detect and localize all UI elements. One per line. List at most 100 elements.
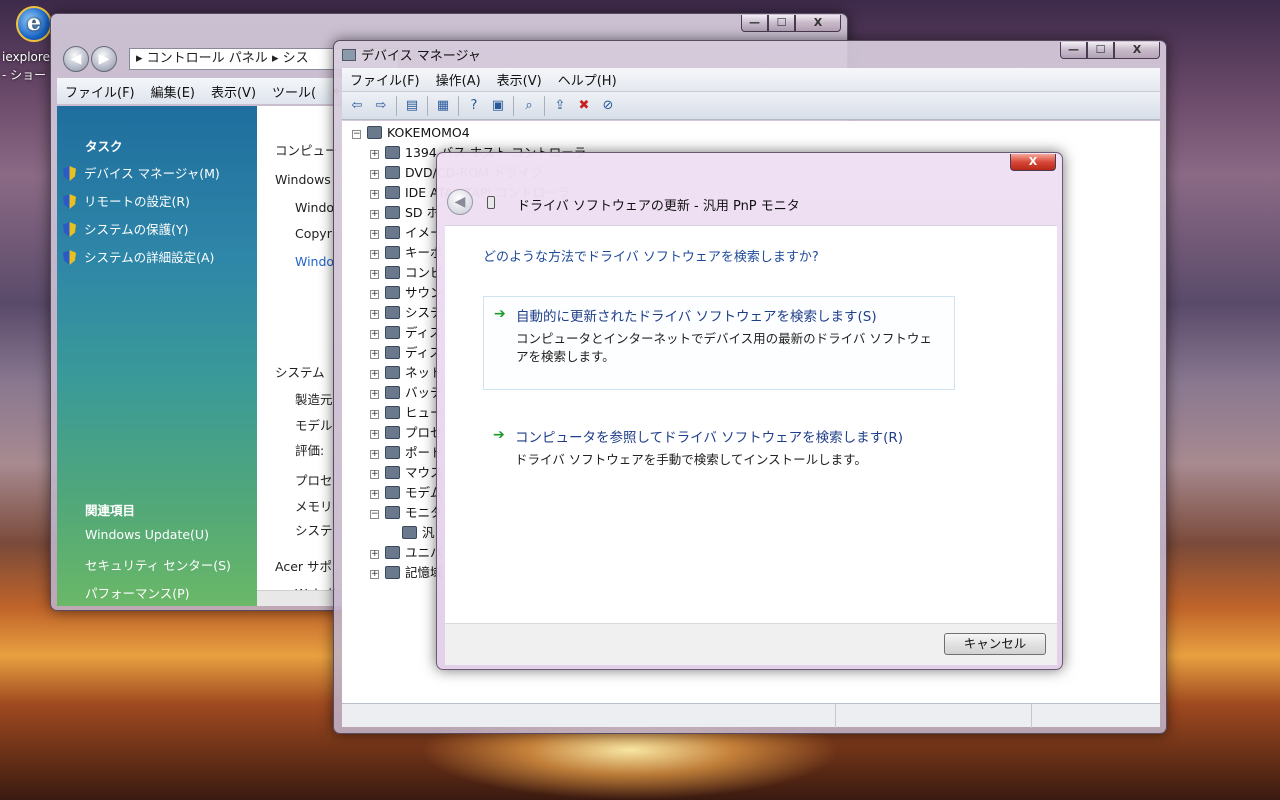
tree-node[interactable]: + サウン [370, 283, 443, 303]
menu-file[interactable]: ファイル(F) [57, 82, 143, 101]
related-link-performance[interactable]: パフォーマンス(P) [85, 583, 190, 602]
cancel-button[interactable]: キャンセル [944, 633, 1046, 655]
task-link-advanced-settings[interactable]: システムの詳細設定(A) [63, 247, 214, 266]
menu-help[interactable]: ヘルプ(H) [550, 70, 625, 89]
back-arrow-icon[interactable]: ◀ [63, 46, 89, 72]
tasks-heading: タスク [85, 139, 123, 154]
browse-computer-option[interactable]: ➔ コンピュータを参照してドライバ ソフトウェアを検索します(R) ドライバ ソ… [483, 418, 955, 477]
tree-node[interactable]: + 記憶域 [370, 563, 443, 583]
tree-node[interactable]: + キーボ [370, 243, 443, 263]
device-icon [487, 196, 495, 209]
toolbar-separator [513, 95, 514, 116]
minimize-button[interactable]: — [741, 15, 768, 32]
close-button[interactable]: X [795, 15, 841, 32]
internet-explorer-icon: e [16, 6, 52, 42]
back-arrow-icon[interactable]: ◀ [447, 189, 473, 215]
maximize-button[interactable]: ☐ [1087, 42, 1114, 59]
task-link-device-manager[interactable]: デバイス マネージャ(M) [63, 163, 220, 182]
device-icon [385, 346, 400, 359]
tree-node-monitor[interactable]: − モニタ [370, 503, 443, 523]
wizard-body: どのような方法でドライバ ソフトウェアを検索しますか? ➔ 自動的に更新されたド… [445, 225, 1057, 623]
search-automatically-option[interactable]: ➔ 自動的に更新されたドライバ ソフトウェアを検索します(S) コンピュータとイ… [483, 296, 955, 390]
back-icon[interactable]: ⇦ [348, 97, 366, 115]
expand-icon[interactable]: + [370, 310, 379, 319]
expand-icon[interactable]: + [370, 290, 379, 299]
expand-icon[interactable]: + [370, 490, 379, 499]
menu-view[interactable]: 表示(V) [489, 70, 550, 89]
tree-node[interactable]: + ヒュー [370, 403, 443, 423]
address-item[interactable]: シス [283, 51, 309, 66]
tree-node[interactable]: + ポート [370, 443, 443, 463]
device-icon [385, 266, 400, 279]
expand-icon[interactable]: + [370, 330, 379, 339]
collapse-icon[interactable]: − [352, 130, 361, 139]
help-icon[interactable]: ? [465, 97, 483, 115]
menu-view[interactable]: 表示(V) [203, 82, 264, 101]
task-link-system-protection[interactable]: システムの保護(Y) [63, 219, 189, 238]
tree-node[interactable]: + プロセ [370, 423, 443, 443]
properties-icon[interactable]: ▦ [434, 97, 452, 115]
expand-icon[interactable]: + [370, 250, 379, 259]
tree-node[interactable]: + ネット [370, 363, 443, 383]
expand-icon[interactable]: + [370, 450, 379, 459]
uninstall-icon[interactable]: ✖ [575, 97, 593, 115]
tree-node[interactable]: + イメー [370, 223, 443, 243]
menu-file[interactable]: ファイル(F) [342, 70, 428, 89]
close-button[interactable]: X [1010, 154, 1056, 171]
expand-icon[interactable]: + [370, 430, 379, 439]
tree-root[interactable]: − KOKEMOMO4 [352, 123, 470, 143]
system-menu-bar: ファイル(F) 編集(E) 表示(V) ツール( » [57, 78, 347, 104]
update-driver-icon[interactable]: ⇪ [551, 97, 569, 115]
uac-shield-icon [63, 222, 76, 237]
tree-node[interactable]: + ディス [370, 323, 442, 343]
device-icon [385, 406, 400, 419]
forward-arrow-icon[interactable]: ▶ [91, 46, 117, 72]
menu-action[interactable]: 操作(A) [428, 70, 489, 89]
expand-icon[interactable]: + [370, 170, 379, 179]
expand-icon[interactable]: + [370, 150, 379, 159]
view-icon[interactable]: ▣ [489, 97, 507, 115]
tree-node[interactable]: + SD ホ [370, 203, 439, 223]
disable-device-icon[interactable]: ⊘ [599, 97, 617, 115]
expand-icon[interactable]: + [370, 270, 379, 279]
address-item[interactable]: コントロール パネル [147, 51, 268, 66]
collapse-icon[interactable]: − [370, 510, 379, 519]
menu-tools[interactable]: ツール( [264, 82, 324, 101]
expand-icon[interactable]: + [370, 390, 379, 399]
expand-icon[interactable]: + [370, 550, 379, 559]
expand-icon[interactable]: + [370, 570, 379, 579]
content-text: モデル [295, 418, 333, 433]
task-link-remote-settings[interactable]: リモートの設定(R) [63, 191, 190, 210]
expand-icon[interactable]: + [370, 410, 379, 419]
device-icon [385, 226, 400, 239]
tree-node[interactable]: + ディス [370, 343, 442, 363]
minimize-button[interactable]: — [1060, 42, 1087, 59]
forward-icon[interactable]: ⇨ [372, 97, 390, 115]
close-button[interactable]: X [1114, 42, 1160, 59]
tree-node[interactable]: + システ [370, 303, 443, 323]
tree-node[interactable]: + ユニバ [370, 543, 443, 563]
tree-node-generic-monitor[interactable]: 汎 [402, 523, 435, 543]
expand-icon[interactable]: + [370, 210, 379, 219]
scan-hardware-icon[interactable]: ⌕ [520, 97, 538, 115]
show-hide-tree-icon[interactable]: ▤ [403, 97, 421, 115]
expand-icon[interactable]: + [370, 370, 379, 379]
related-link-windows-update[interactable]: Windows Update(U) [85, 527, 209, 542]
expand-icon[interactable]: + [370, 190, 379, 199]
expand-icon[interactable]: + [370, 230, 379, 239]
expand-icon[interactable]: + [370, 350, 379, 359]
computer-icon [367, 126, 382, 139]
maximize-button[interactable]: ☐ [768, 15, 795, 32]
tree-node[interactable]: + モデム [370, 483, 442, 503]
menu-edit[interactable]: 編集(E) [143, 82, 203, 101]
related-link-security-center[interactable]: セキュリティ センター(S) [85, 555, 231, 574]
content-text: 製造元 [295, 392, 333, 407]
tree-node[interactable]: + バッテ [370, 383, 443, 403]
tree-node[interactable]: + マウス [370, 463, 443, 483]
tree-node[interactable]: + コンピ [370, 263, 443, 283]
content-link[interactable]: Windo [295, 254, 334, 269]
green-arrow-icon: ➔ [493, 427, 505, 443]
device-icon [385, 286, 400, 299]
expand-icon[interactable]: + [370, 470, 379, 479]
option-title: コンピュータを参照してドライバ ソフトウェアを検索します(R) [515, 430, 904, 446]
